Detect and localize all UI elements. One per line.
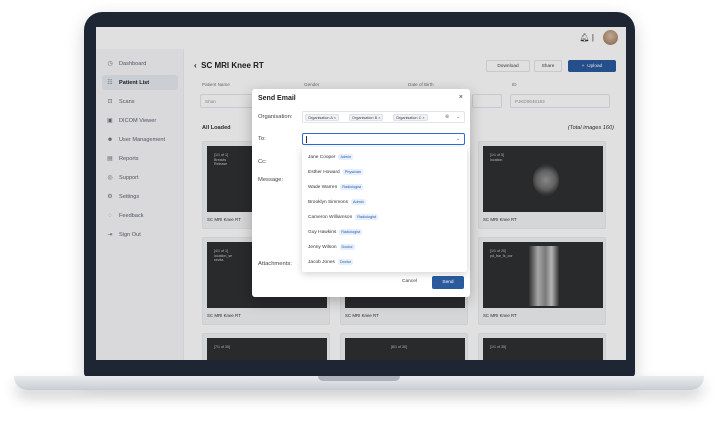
clear-icon[interactable]: ⊗ bbox=[445, 114, 449, 120]
attachments-label: Attachments: bbox=[258, 261, 292, 267]
chip-remove-icon[interactable]: × bbox=[334, 116, 336, 120]
organisation-select[interactable]: Organisation A × Organisation B × Organi… bbox=[302, 111, 465, 123]
org-chip[interactable]: Organisation C × bbox=[393, 114, 428, 121]
recipient-name: Guy Hawkins bbox=[308, 229, 337, 235]
recipient-name: Esther Howard bbox=[308, 169, 340, 175]
org-chip[interactable]: Organisation A × bbox=[305, 114, 339, 121]
to-input[interactable]: ⌄ bbox=[302, 133, 465, 145]
chevron-down-icon[interactable]: ⌄ bbox=[456, 136, 460, 142]
role-badge: Physician bbox=[342, 169, 363, 175]
role-badge: Radiologist bbox=[340, 184, 364, 190]
role-badge: Radiologist bbox=[339, 229, 363, 235]
organisation-label: Organisation: bbox=[258, 114, 293, 120]
message-label: Message: bbox=[258, 177, 284, 183]
recipient-option[interactable]: Jane Cooper Admin bbox=[308, 152, 354, 162]
recipient-dropdown: Jane Cooper Admin Esther Howard Physician … bbox=[302, 147, 467, 272]
cc-label: Cc: bbox=[258, 159, 267, 165]
org-chip-label: Organisation A bbox=[308, 116, 333, 120]
cancel-button[interactable]: Cancel bbox=[402, 279, 417, 284]
text-caret bbox=[306, 136, 307, 143]
modal-title: Send Email bbox=[258, 95, 296, 102]
recipient-option[interactable]: Jacob Jones Doctor bbox=[308, 257, 354, 267]
recipient-name: Wade Warren bbox=[308, 184, 338, 190]
recipient-name: Brooklyn Simmons bbox=[308, 199, 348, 205]
recipient-option[interactable]: Esther Howard Physician bbox=[308, 167, 363, 177]
recipient-name: Jenny Wilson bbox=[308, 244, 337, 250]
role-badge: Admin bbox=[351, 199, 366, 205]
role-badge: Doctor bbox=[337, 259, 354, 265]
chip-remove-icon[interactable]: × bbox=[422, 116, 424, 120]
role-badge: Doctor bbox=[339, 244, 355, 250]
recipient-option[interactable]: Wade Warren Radiologist bbox=[308, 182, 364, 192]
org-chip-label: Organisation C bbox=[396, 116, 422, 120]
to-label: To: bbox=[258, 136, 266, 142]
chevron-down-icon[interactable]: ⌄ bbox=[456, 114, 460, 120]
send-button[interactable]: Send bbox=[432, 276, 464, 289]
org-chip-label: Organisation B bbox=[352, 116, 378, 120]
org-chip[interactable]: Organisation B × bbox=[349, 114, 384, 121]
recipient-name: Cameron Williamson bbox=[308, 214, 353, 220]
laptop-notch bbox=[318, 376, 400, 381]
recipient-name: Jane Cooper bbox=[308, 154, 336, 160]
recipient-name: Jacob Jones bbox=[308, 259, 335, 265]
send-email-modal: Send Email × Organisation: Organisation … bbox=[252, 89, 470, 297]
chip-remove-icon[interactable]: × bbox=[378, 116, 380, 120]
role-badge: Admin bbox=[338, 154, 354, 160]
role-badge: Radiologist bbox=[355, 214, 379, 220]
recipient-option[interactable]: Jenny Wilson Doctor bbox=[308, 242, 355, 252]
stage: 🔔︎ | ◷ Dashboard ☷ Patient List ⊡ Scans ▣ DI… bbox=[0, 0, 717, 434]
close-icon[interactable]: × bbox=[459, 94, 463, 101]
recipient-option[interactable]: Cameron Williamson Radiologist bbox=[308, 212, 379, 222]
laptop-screen: 🔔︎ | ◷ Dashboard ☷ Patient List ⊡ Scans ▣ DI… bbox=[96, 27, 626, 360]
recipient-option[interactable]: Brooklyn Simmons Admin bbox=[308, 197, 366, 207]
recipient-option[interactable]: Guy Hawkins Radiologist bbox=[308, 227, 363, 237]
